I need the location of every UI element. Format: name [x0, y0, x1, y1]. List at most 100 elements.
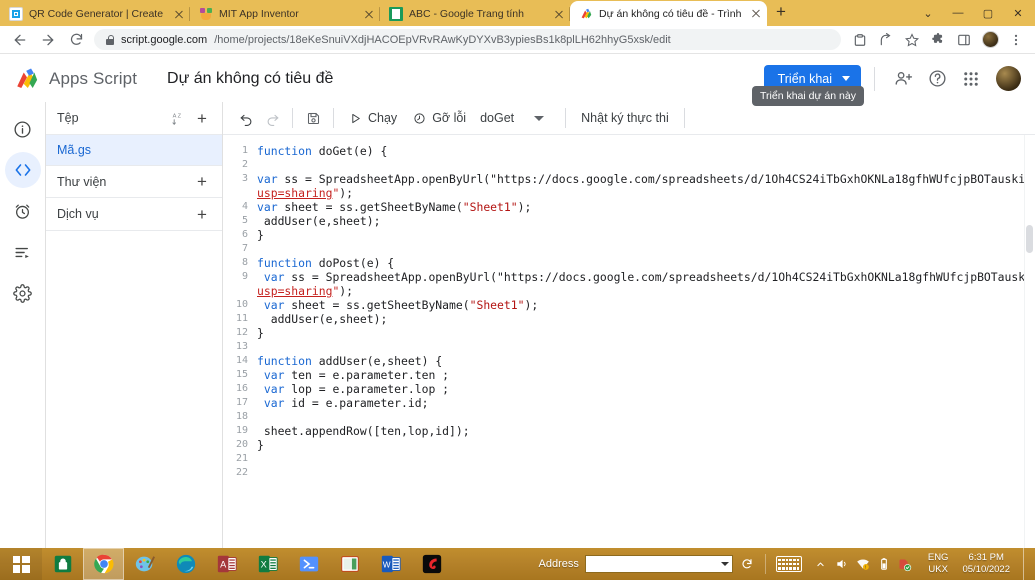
code-line[interactable]: }: [257, 228, 1035, 242]
code-line[interactable]: [257, 466, 1035, 480]
code-line[interactable]: [257, 410, 1035, 424]
code-line[interactable]: [257, 452, 1035, 466]
execution-log-button[interactable]: Nhật ký thực thi: [573, 105, 677, 131]
minimize-button[interactable]: —: [943, 0, 973, 26]
profile-avatar[interactable]: [977, 27, 1003, 53]
back-icon[interactable]: [6, 26, 34, 54]
code-line[interactable]: [257, 242, 1035, 256]
browser-tab[interactable]: QR Code Generator | Create Your: [0, 2, 190, 26]
code-line[interactable]: function doPost(e) {: [257, 256, 1035, 270]
undo-icon[interactable]: [233, 105, 259, 131]
taskbar-app-microsoft-access[interactable]: A: [206, 548, 247, 580]
code-line[interactable]: var ss = SpreadsheetApp.openByUrl("https…: [257, 270, 1035, 284]
antivirus-ok-icon[interactable]: [897, 556, 913, 572]
code-line[interactable]: var sheet = ss.getSheetByName("Sheet1");: [257, 200, 1035, 214]
code-area[interactable]: 123 456789 10111213141516171819202122 fu…: [223, 135, 1035, 548]
taskbar-app-garena[interactable]: [411, 548, 452, 580]
code-line-wrapped[interactable]: usp=sharing");: [257, 284, 1035, 298]
code-line[interactable]: addUser(e,sheet);: [257, 214, 1035, 228]
close-window-button[interactable]: ✕: [1003, 0, 1033, 26]
refresh-icon[interactable]: [739, 556, 755, 572]
sidebar-item-editor[interactable]: [5, 152, 41, 188]
browser-tab[interactable]: ABC - Google Trang tính: [380, 2, 570, 26]
taskbar-app-paint[interactable]: [124, 548, 165, 580]
taskbar-app-microsoft-powerpoint[interactable]: [329, 548, 370, 580]
close-icon[interactable]: [552, 7, 566, 21]
show-hidden-icons-icon[interactable]: [813, 556, 829, 572]
scrollbar-thumb[interactable]: [1026, 225, 1033, 253]
maximize-button[interactable]: ▢: [973, 0, 1003, 26]
volume-icon[interactable]: [834, 556, 850, 572]
code-line[interactable]: function doGet(e) {: [257, 144, 1035, 158]
code-line[interactable]: var ten = e.parameter.ten ;: [257, 368, 1035, 382]
chevron-down-icon[interactable]: [721, 562, 729, 566]
code-line[interactable]: addUser(e,sheet);: [257, 312, 1035, 326]
sidebar-item-triggers[interactable]: [5, 193, 41, 229]
touch-keyboard-icon[interactable]: [776, 556, 802, 572]
show-desktop-button[interactable]: [1023, 548, 1029, 580]
code-line[interactable]: [257, 340, 1035, 354]
code-line[interactable]: sheet.appendRow([ten,lop,id]);: [257, 424, 1035, 438]
apps-script-logo[interactable]: Apps Script: [14, 66, 137, 92]
google-apps-grid-icon[interactable]: [956, 64, 986, 94]
language-indicator[interactable]: ENG UKX: [924, 552, 953, 576]
file-item-code-gs[interactable]: Mã.gs: [46, 135, 222, 165]
address-toolbar-input[interactable]: [585, 555, 733, 573]
code-line[interactable]: }: [257, 438, 1035, 452]
code-line[interactable]: function addUser(e,sheet) {: [257, 354, 1035, 368]
add-library-button[interactable]: +: [193, 173, 211, 190]
editor-scrollbar[interactable]: [1024, 135, 1035, 548]
sidebar-item-overview[interactable]: [5, 111, 41, 147]
reload-icon[interactable]: [62, 26, 90, 54]
sort-az-icon[interactable]: AZ: [172, 111, 187, 126]
close-icon[interactable]: [362, 7, 376, 21]
taskbar-app-microsoft-edge[interactable]: [165, 548, 206, 580]
chrome-menu-icon[interactable]: [1003, 27, 1029, 53]
add-person-icon[interactable]: [888, 64, 918, 94]
network-warning-icon[interactable]: !: [855, 556, 871, 572]
taskbar-app-microsoft-store[interactable]: [42, 548, 83, 580]
code-line[interactable]: var ss = SpreadsheetApp.openByUrl("https…: [257, 172, 1035, 186]
code-content[interactable]: function doGet(e) { var ss = Spreadsheet…: [253, 135, 1035, 548]
add-service-button[interactable]: +: [193, 206, 211, 223]
chevron-down-icon[interactable]: ⌄: [913, 0, 943, 26]
function-select-value[interactable]: doGet: [474, 111, 520, 125]
address-bar[interactable]: script.google.com/home/projects/18eKeSnu…: [94, 29, 841, 50]
page-title[interactable]: Dự án không có tiêu đề: [167, 70, 333, 88]
code-line[interactable]: var sheet = ss.getSheetByName("Sheet1");: [257, 298, 1035, 312]
share-icon[interactable]: [873, 27, 899, 53]
code-line[interactable]: [257, 158, 1035, 172]
new-tab-button[interactable]: +: [767, 0, 795, 26]
libraries-header-row[interactable]: Thư viện +: [46, 165, 222, 198]
code-line[interactable]: var id = e.parameter.id;: [257, 396, 1035, 410]
account-avatar[interactable]: [996, 66, 1021, 91]
extensions-icon[interactable]: [925, 27, 951, 53]
run-button[interactable]: Chạy: [341, 105, 405, 131]
code-line-wrapped[interactable]: usp=sharing");: [257, 186, 1035, 200]
sidebar-item-executions[interactable]: [5, 234, 41, 270]
redo-icon[interactable]: [259, 105, 285, 131]
battery-icon[interactable]: [876, 556, 892, 572]
browser-tab[interactable]: MIT App Inventor: [190, 2, 380, 26]
taskbar-app-google-chrome[interactable]: [83, 548, 124, 580]
forward-icon[interactable]: [34, 26, 62, 54]
close-icon[interactable]: [172, 7, 186, 21]
chevron-down-icon[interactable]: [534, 116, 544, 121]
debug-button[interactable]: Gỡ lỗi: [405, 105, 474, 131]
bookmark-star-icon[interactable]: [899, 27, 925, 53]
taskbar-app-microsoft-word[interactable]: W: [370, 548, 411, 580]
services-header-row[interactable]: Dịch vụ +: [46, 198, 222, 231]
sidebar-item-settings[interactable]: [5, 275, 41, 311]
windows-start-icon[interactable]: [0, 548, 42, 580]
close-icon[interactable]: [749, 7, 763, 21]
taskbar-app-microsoft-excel[interactable]: X: [247, 548, 288, 580]
clipboard-icon[interactable]: [847, 27, 873, 53]
browser-tab-active[interactable]: Dự án không có tiêu đề - Trình ch: [570, 1, 767, 26]
save-icon[interactable]: [300, 105, 326, 131]
taskbar-app-powershell[interactable]: [288, 548, 329, 580]
side-panel-icon[interactable]: [951, 27, 977, 53]
add-file-button[interactable]: +: [193, 110, 211, 127]
clock[interactable]: 6:31 PM 05/10/2022: [958, 552, 1017, 576]
code-line[interactable]: }: [257, 326, 1035, 340]
help-icon[interactable]: [922, 64, 952, 94]
